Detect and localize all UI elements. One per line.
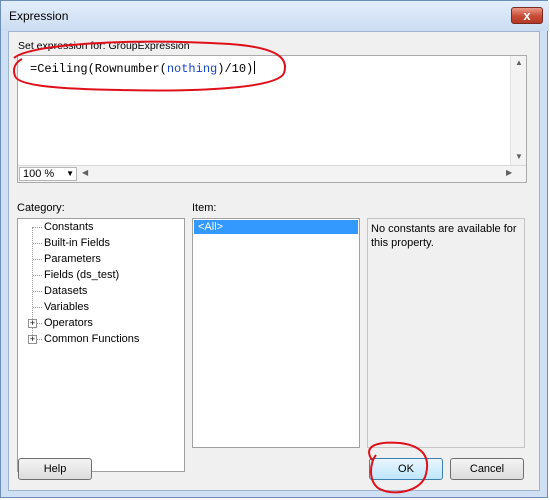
ok-button[interactable]: OK (369, 458, 443, 480)
dialog-body: Set expression for: GroupExpression =Cei… (8, 31, 540, 491)
tree-item-datasets[interactable]: Datasets (44, 284, 87, 298)
item-list[interactable]: <All> (192, 218, 360, 448)
scroll-down-arrow-icon[interactable]: ▼ (511, 152, 527, 161)
tree-item-constants[interactable]: Constants (44, 220, 94, 234)
scroll-up-arrow-icon[interactable]: ▲ (511, 58, 527, 67)
item-label: Item: (192, 202, 217, 214)
editor-status-strip: 100 % ▼ ◀ ▶ (18, 165, 526, 182)
cancel-button[interactable]: Cancel (450, 458, 524, 480)
expression-editor[interactable]: =Ceiling(Rownumber(nothing)/10) ▲ ▼ 100 … (17, 55, 527, 183)
category-label: Category: (17, 202, 65, 214)
window-title: Expression (9, 9, 69, 23)
close-icon: x (523, 8, 531, 23)
description-text: No constants are available for this prop… (371, 223, 517, 249)
expression-dialog: Expression x Set expression for: GroupEx… (0, 0, 549, 498)
scroll-right-arrow-icon[interactable]: ▶ (506, 168, 512, 177)
tree-item-fields[interactable]: Fields (ds_test) (44, 268, 119, 282)
list-item-all[interactable]: <All> (194, 220, 358, 234)
tree-connector (33, 291, 42, 292)
tree-connector (33, 259, 42, 260)
scroll-left-arrow-icon[interactable]: ◀ (82, 168, 88, 177)
tree-connector (33, 307, 42, 308)
text-caret (254, 61, 256, 74)
tree-item-parameters[interactable]: Parameters (44, 252, 101, 266)
expression-code[interactable]: =Ceiling(Rownumber(nothing)/10) (30, 61, 256, 76)
tree-item-common-functions[interactable]: Common Functions (44, 332, 139, 346)
expression-label: Set expression for: GroupExpression (18, 40, 190, 52)
tree-connector (33, 227, 42, 228)
zoom-select[interactable]: 100 % ▼ (19, 167, 77, 181)
tree-connector (33, 275, 42, 276)
code-prefix: =Ceiling(Rownumber( (30, 62, 167, 76)
code-suffix: )/10) (217, 62, 254, 76)
help-button[interactable]: Help (18, 458, 92, 480)
tree-item-variables[interactable]: Variables (44, 300, 89, 314)
zoom-value: 100 % (23, 168, 55, 180)
dropdown-arrow-icon[interactable]: ▼ (66, 168, 74, 180)
vertical-scrollbar[interactable]: ▲ ▼ (510, 56, 526, 167)
expand-plus-icon[interactable]: + (28, 335, 37, 344)
code-keyword: nothing (166, 62, 218, 76)
expand-plus-icon[interactable]: + (28, 319, 37, 328)
category-tree[interactable]: + + Constants Built-in Fields Parameters… (17, 218, 185, 472)
tree-item-built-in-fields[interactable]: Built-in Fields (44, 236, 110, 250)
close-button[interactable]: x (511, 7, 543, 24)
title-bar[interactable]: Expression x (1, 1, 549, 31)
tree-item-operators[interactable]: Operators (44, 316, 93, 330)
tree-connector (33, 243, 42, 244)
description-panel: No constants are available for this prop… (367, 218, 525, 448)
